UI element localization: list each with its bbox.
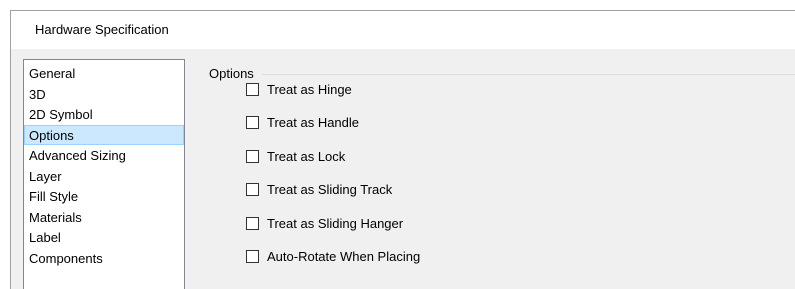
treat-as-sliding-track-checkbox[interactable]: Treat as Sliding Track bbox=[246, 181, 392, 199]
sidebar-item-components[interactable]: Components bbox=[24, 248, 184, 269]
group-divider bbox=[209, 74, 795, 75]
sidebar-item-fill-style[interactable]: Fill Style bbox=[24, 186, 184, 207]
sidebar-item-options[interactable]: Options bbox=[24, 124, 184, 145]
checkbox-box[interactable] bbox=[246, 183, 259, 196]
title-bar: Hardware Specification bbox=[11, 11, 795, 49]
checkbox-box[interactable] bbox=[246, 216, 259, 230]
treat-as-hinge-checkbox[interactable]: Treat as Hinge bbox=[246, 80, 352, 98]
checkbox-label: Auto-Rotate When Placing bbox=[267, 249, 421, 264]
checkbox-label: Treat as Hinge bbox=[267, 81, 352, 97]
sidebar-item-3d[interactable]: 3D bbox=[24, 84, 184, 105]
checkbox-label: Treat as Lock bbox=[267, 148, 346, 164]
sidebar-item-advanced-sizing[interactable]: Advanced Sizing bbox=[24, 145, 184, 166]
checkbox-label: Treat as Sliding Hanger bbox=[267, 215, 404, 231]
auto-rotate-when-placing-checkbox[interactable]: Auto-Rotate When Placing bbox=[246, 248, 420, 266]
sidebar-item-materials[interactable]: Materials bbox=[24, 207, 184, 228]
treat-as-sliding-hanger-checkbox[interactable]: Treat as Sliding Hanger bbox=[246, 214, 403, 232]
checkbox-label: Treat as Sliding Track bbox=[267, 182, 393, 197]
checkbox-label: Treat as Handle bbox=[267, 115, 360, 130]
treat-as-handle-checkbox[interactable]: Treat as Handle bbox=[246, 114, 359, 132]
category-list[interactable]: General 3D 2D Symbol Options Advanced Si… bbox=[23, 59, 185, 289]
checkbox-box[interactable] bbox=[246, 116, 259, 129]
sidebar-item-2d-symbol[interactable]: 2D Symbol bbox=[24, 104, 184, 125]
dialog-title: Hardware Specification bbox=[35, 22, 169, 37]
checkbox-box[interactable] bbox=[246, 82, 259, 96]
treat-as-lock-checkbox[interactable]: Treat as Lock bbox=[246, 147, 345, 165]
sidebar-item-layer[interactable]: Layer bbox=[24, 166, 184, 187]
checkbox-box[interactable] bbox=[246, 149, 259, 163]
checkbox-box[interactable] bbox=[246, 250, 259, 263]
sidebar-item-label[interactable]: Label bbox=[24, 227, 184, 248]
sidebar-item-general[interactable]: General bbox=[24, 63, 184, 84]
